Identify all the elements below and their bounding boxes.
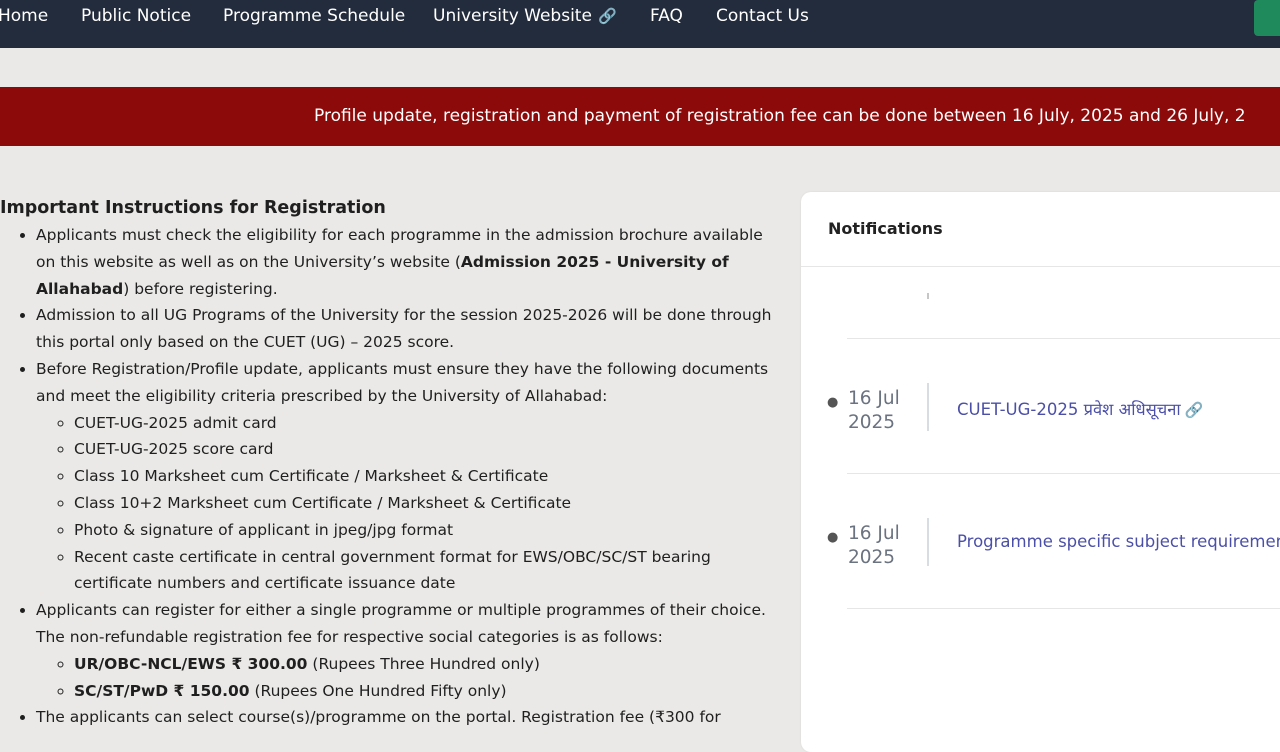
divider (847, 338, 1280, 339)
fee-item: UR/OBC-NCL/EWS ₹ 300.00 (Rupees Three Hu… (74, 651, 780, 678)
nav-programme-schedule[interactable]: Programme Schedule (223, 6, 405, 26)
notification-link-text: Programme specific subject requirement (957, 532, 1280, 551)
nav-university-website-label: University Website (433, 6, 592, 26)
notification-date: 16 Jul 2025 (848, 523, 900, 568)
nav-faq[interactable]: FAQ (650, 6, 683, 26)
notification-link[interactable]: CUET-UG-2025 प्रवेश अधिसूचना 🔗 (957, 397, 1203, 420)
announcement-text: Profile update, registration and payment… (314, 106, 1246, 126)
announcement-banner: Profile update, registration and payment… (0, 87, 1280, 146)
divider (927, 518, 929, 566)
nav-home[interactable]: Home (0, 6, 48, 26)
fee-description: (Rupees Three Hundred only) (307, 654, 540, 673)
nav-university-website[interactable]: University Website 🔗 (433, 6, 617, 26)
instruction-item: The applicants can select course(s)/prog… (36, 704, 780, 731)
top-navigation-bar: Home Public Notice Programme Schedule Un… (0, 0, 1280, 48)
fee-list: UR/OBC-NCL/EWS ₹ 300.00 (Rupees Three Hu… (36, 651, 780, 705)
required-documents-list: CUET-UG-2025 admit card CUET-UG-2025 sco… (36, 410, 780, 598)
divider (847, 473, 1280, 474)
external-link-icon: 🔗 (597, 7, 617, 25)
notifications-title: Notifications (828, 219, 943, 238)
document-item: Class 10 Marksheet cum Certificate / Mar… (74, 463, 780, 490)
notification-item: ● 16 Jul 2025 Programme specific subject… (827, 518, 1280, 584)
document-item: Photo & signature of applicant in jpeg/j… (74, 517, 780, 544)
instruction-item: Before Registration/Profile update, appl… (36, 356, 780, 597)
nav-public-notice[interactable]: Public Notice (81, 6, 191, 26)
registration-instructions: Important Instructions for Registration … (0, 196, 780, 731)
instruction-text: Applicants can register for either a sin… (36, 601, 766, 646)
notification-date: 16 Jul 2025 (848, 388, 900, 433)
instructions-title: Important Instructions for Registration (0, 198, 386, 218)
document-item: Recent caste certificate in central gove… (74, 544, 780, 598)
instruction-item: Applicants can register for either a sin… (36, 597, 780, 704)
notification-item: ● 16 Jul 2025 CUET-UG-2025 प्रवेश अधिसूच… (827, 383, 1280, 449)
instruction-item: Admission to all UG Programs of the Univ… (36, 302, 780, 356)
bullet-icon: ● (827, 395, 839, 410)
divider (927, 383, 929, 431)
instruction-item: Applicants must check the eligibility fo… (36, 222, 780, 302)
notification-link-text: CUET-UG-2025 प्रवेश अधिसूचना (957, 400, 1181, 419)
fee-category: SC/ST/PwD ₹ 150.00 (74, 681, 250, 700)
link-icon: 🔗 (1184, 401, 1204, 419)
fee-category: UR/OBC-NCL/EWS ₹ 300.00 (74, 654, 308, 673)
instructions-list: Applicants must check the eligibility fo… (0, 222, 780, 731)
fee-item: SC/ST/PwD ₹ 150.00 (Rupees One Hundred F… (74, 678, 780, 705)
document-item: Class 10+2 Marksheet cum Certificate / M… (74, 490, 780, 517)
top-right-action-button[interactable] (1254, 0, 1280, 36)
bullet-icon: ● (827, 530, 839, 545)
scroll-marker (927, 293, 929, 299)
notifications-card: Notifications ● 16 Jul 2025 CUET-UG-2025… (801, 192, 1280, 752)
divider (847, 608, 1280, 609)
document-item: CUET-UG-2025 score card (74, 436, 780, 463)
document-item: CUET-UG-2025 admit card (74, 410, 780, 437)
fee-description: (Rupees One Hundred Fifty only) (249, 681, 507, 700)
instruction-text: Before Registration/Profile update, appl… (36, 359, 769, 405)
nav-contact-us[interactable]: Contact Us (716, 6, 809, 26)
instruction-text: ) before registering. (123, 279, 278, 298)
notifications-header: Notifications (801, 192, 1280, 267)
notification-link[interactable]: Programme specific subject requirement (957, 532, 1280, 551)
